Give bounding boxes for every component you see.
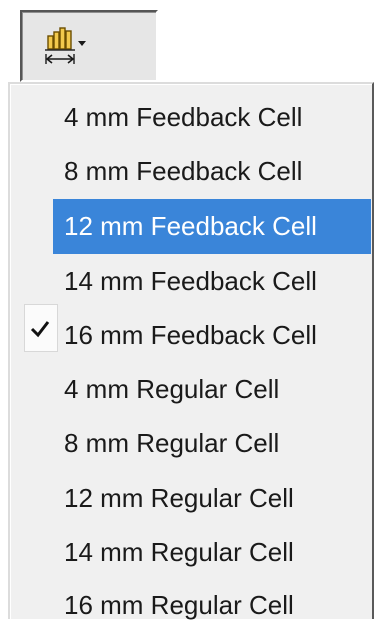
menu-item-14mm-regular-cell[interactable]: 14 mm Regular Cell <box>22 525 371 580</box>
menu-item-8mm-regular-cell[interactable]: 8 mm Regular Cell <box>22 416 371 471</box>
menu-item-16mm-feedback-cell[interactable]: 16 mm Feedback Cell <box>22 308 371 363</box>
menu-item-14mm-feedback-cell[interactable]: 14 mm Feedback Cell <box>22 254 371 309</box>
menu-item-4mm-regular-cell[interactable]: 4 mm Regular Cell <box>22 362 371 417</box>
cell-size-menu: 4 mm Feedback Cell 8 mm Feedback Cell 12… <box>8 82 374 620</box>
cell-size-dropdown-button[interactable] <box>20 10 158 82</box>
menu-item-12mm-feedback-cell[interactable]: 12 mm Feedback Cell <box>53 199 371 254</box>
toolbar <box>0 0 381 84</box>
menu-item-4mm-feedback-cell[interactable]: 4 mm Feedback Cell <box>22 90 371 145</box>
menu-item-16mm-regular-cell[interactable]: 16 mm Regular Cell <box>22 578 371 633</box>
menu-item-8mm-feedback-cell[interactable]: 8 mm Feedback Cell <box>22 144 371 199</box>
menu-item-12mm-regular-cell[interactable]: 12 mm Regular Cell <box>22 471 371 526</box>
bar-chart-width-icon <box>45 27 86 64</box>
